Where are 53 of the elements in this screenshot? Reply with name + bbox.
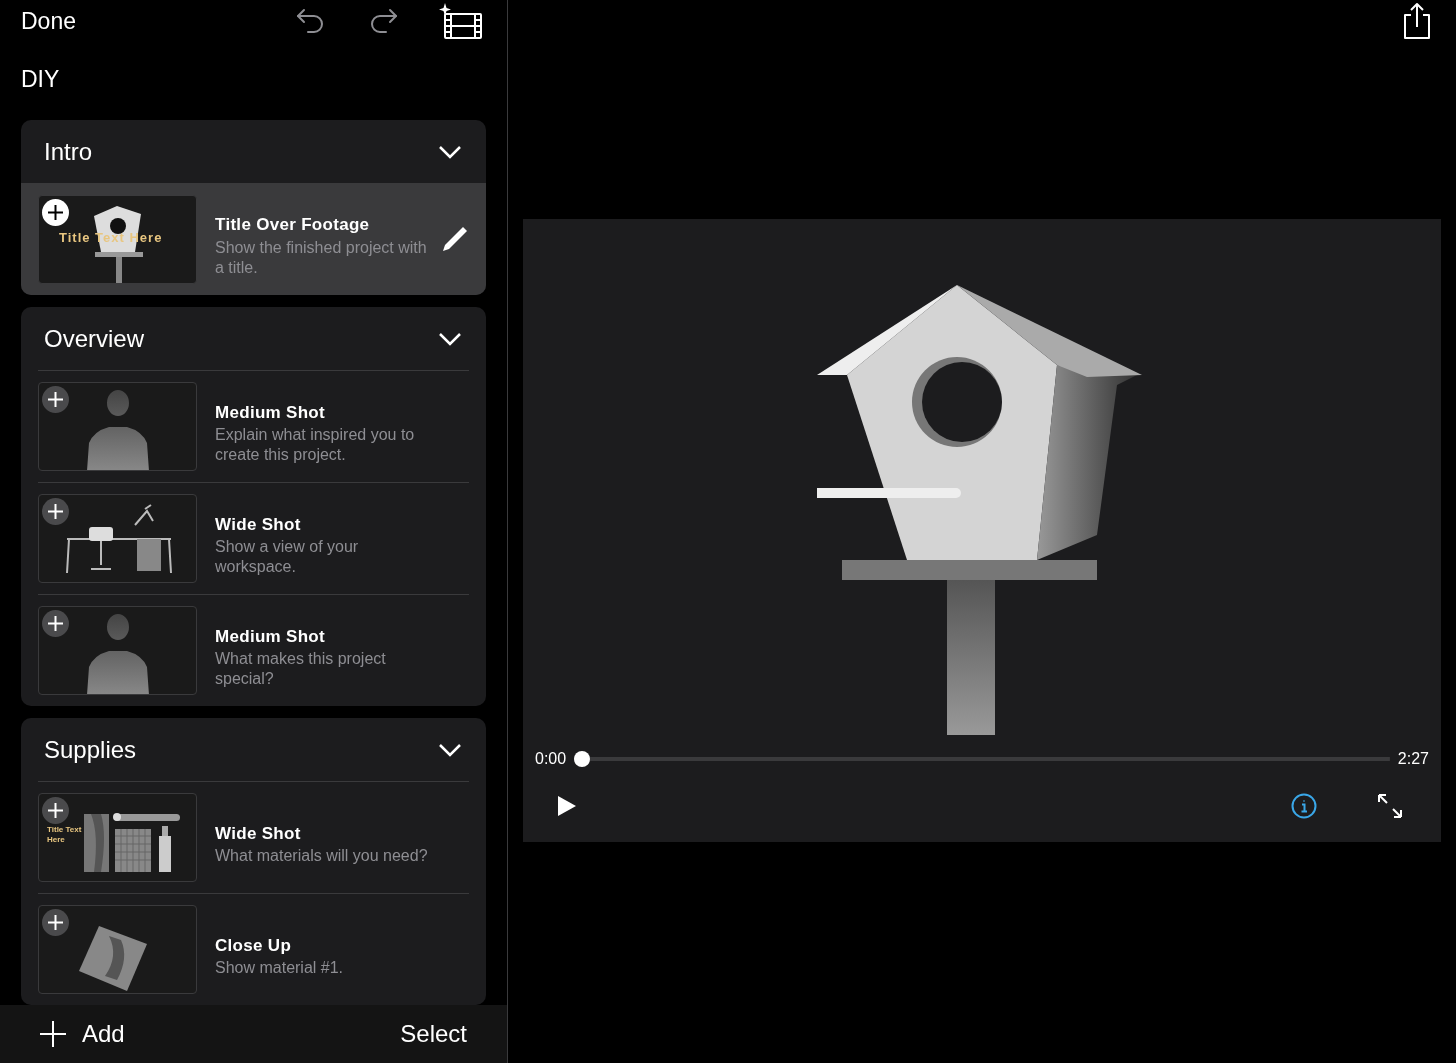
add-clip-button[interactable] — [42, 498, 69, 525]
playhead[interactable] — [574, 751, 591, 767]
add-clip-button[interactable] — [42, 198, 69, 226]
add-clip-button[interactable] — [42, 797, 69, 824]
clip-thumbnail[interactable] — [38, 382, 197, 471]
plus-icon — [48, 204, 63, 220]
clip-description: Explain what inspired you to create this project. — [215, 425, 416, 466]
clip-row[interactable]: Medium Shot What makes this project special? — [21, 594, 486, 706]
select-button[interactable]: Select — [400, 1016, 467, 1052]
info-icon[interactable] — [1291, 793, 1317, 819]
project-title: DIY — [20, 65, 61, 92]
duration: 2:27 — [1397, 749, 1429, 769]
section-title: Overview — [44, 323, 145, 354]
clip-description: What materials will you need? — [215, 846, 429, 867]
section-title: Intro — [44, 136, 93, 167]
plus-icon — [48, 915, 63, 930]
clip-thumbnail[interactable] — [38, 905, 197, 994]
fullscreen-icon[interactable] — [1377, 793, 1403, 819]
clip-description: What makes this project special? — [215, 649, 387, 690]
clip-title: Close Up — [215, 934, 293, 957]
clip-title: Medium Shot — [215, 401, 326, 424]
plus-icon — [48, 803, 63, 818]
pencil-icon[interactable] — [441, 225, 469, 253]
clip-row[interactable]: Medium Shot Explain what inspired you to create this project. — [21, 370, 486, 482]
section-title: Supplies — [44, 734, 137, 765]
clip-description: Show material #1. — [215, 958, 345, 979]
add-button[interactable]: Add — [40, 1016, 125, 1052]
material-swatch-drawing — [79, 926, 147, 991]
clip-thumbnail[interactable] — [38, 606, 197, 695]
plus-icon — [48, 504, 63, 519]
plus-icon — [40, 1021, 66, 1047]
done-button[interactable]: Done — [21, 3, 76, 39]
add-clip-button[interactable] — [42, 386, 69, 413]
plus-icon — [48, 392, 63, 407]
current-time: 0:00 — [535, 749, 567, 769]
clip-title: Medium Shot — [215, 625, 326, 648]
play-icon[interactable] — [557, 795, 577, 817]
clip-title: Title Over Footage — [215, 214, 371, 237]
clip-row[interactable]: Close Up Show material #1. — [21, 893, 486, 1005]
clip-thumbnail[interactable]: Title Text Here — [38, 793, 197, 882]
add-clip-button[interactable] — [42, 909, 69, 936]
clip-row[interactable]: Title Text Here Wide Shot What materials will you need? — [21, 781, 486, 893]
clip-description: Show the finished project with a title. — [215, 237, 428, 278]
thumbnail-title-text: Title Text Here — [47, 825, 83, 845]
clip-row[interactable]: Wide Shot Show a view of your workspace. — [21, 482, 486, 594]
magic-film-icon[interactable] — [437, 2, 483, 40]
add-clip-button[interactable] — [42, 610, 69, 637]
clip-title: Wide Shot — [215, 513, 302, 536]
share-icon[interactable] — [1402, 2, 1432, 40]
clip-thumbnail[interactable] — [38, 494, 197, 583]
clip-description: Show a view of your workspace. — [215, 537, 360, 578]
plus-icon — [48, 616, 63, 631]
clip-title: Wide Shot — [215, 822, 302, 845]
